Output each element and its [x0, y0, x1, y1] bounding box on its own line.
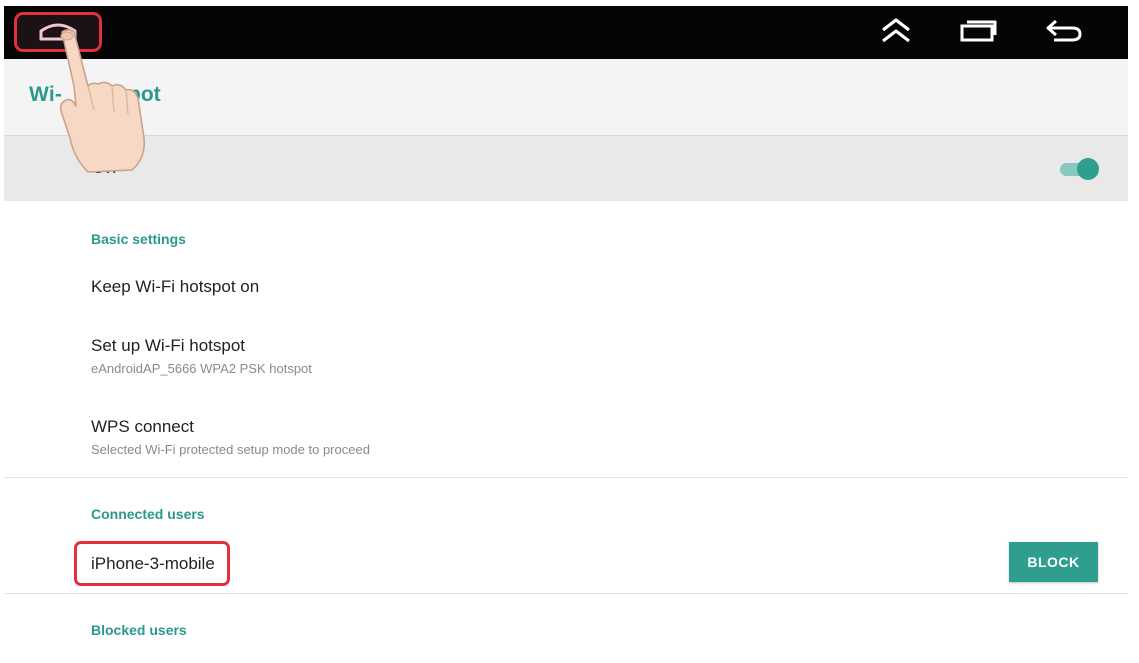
item-title: WPS connect [91, 417, 194, 436]
item-subtitle: eAndroidAP_5666 WPA2 PSK hotspot [91, 361, 312, 376]
hotspot-toggle[interactable] [1060, 158, 1100, 180]
block-user-button[interactable]: BLOCK [1009, 542, 1098, 582]
section-blocked-users: Blocked users [91, 622, 187, 638]
section-connected-users: Connected users [91, 506, 205, 522]
system-bar [4, 6, 1128, 59]
hotspot-master-switch-row[interactable]: On [4, 136, 1128, 201]
section-basic-settings: Basic settings [91, 231, 186, 247]
back-button[interactable] [1042, 16, 1086, 50]
toggle-thumb [1077, 158, 1099, 180]
pointing-hand-illustration [48, 26, 158, 181]
recent-apps-button[interactable] [956, 16, 1000, 50]
divider [4, 593, 1128, 594]
item-title: Keep Wi-Fi hotspot on [91, 277, 260, 296]
page-header: Wi- pot [4, 59, 1128, 137]
divider [4, 477, 1128, 478]
double-chevron-up-icon [879, 17, 913, 50]
item-title: Set up Wi-Fi hotspot [91, 336, 246, 355]
back-arrow-icon [1044, 17, 1084, 50]
screen-frame: Wi- pot On Basic settings Keep Wi-Fi hot… [4, 6, 1128, 663]
connected-user-name: iPhone-3-mobile [91, 554, 215, 573]
item-subtitle: Selected Wi-Fi protected setup mode to p… [91, 442, 370, 457]
expand-up-button[interactable] [874, 16, 918, 50]
recent-apps-icon [958, 18, 998, 49]
